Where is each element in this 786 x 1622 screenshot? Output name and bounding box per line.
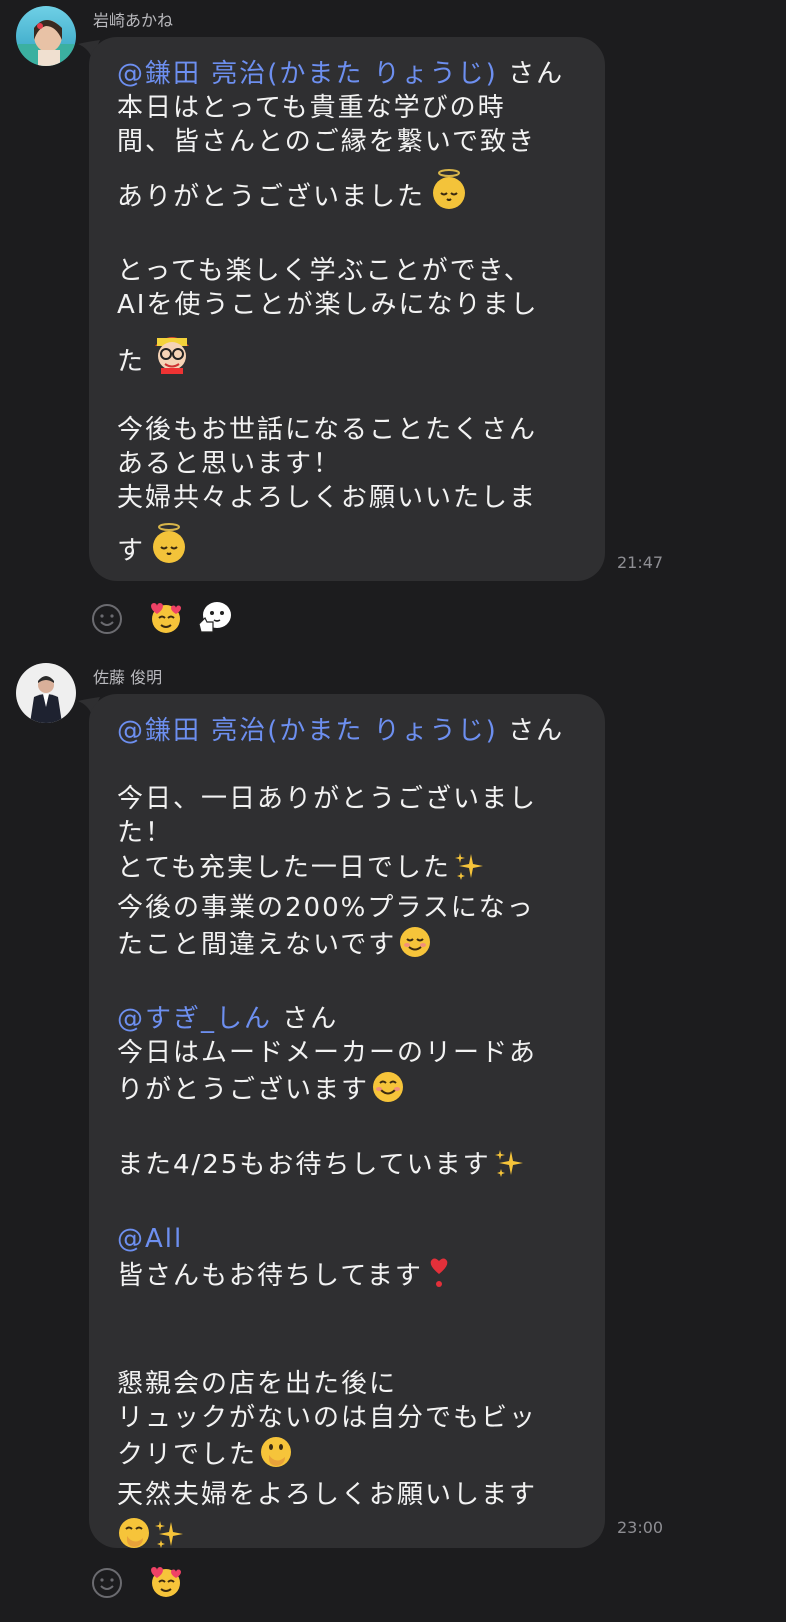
message-line: 今日、一日ありがとうございまし [117, 784, 538, 814]
sparkles-icon [153, 1518, 185, 1559]
message-line: @All [117, 1222, 581, 1256]
reaction-bar [91, 1563, 185, 1603]
message-line: 懇親会の店を出た後に [117, 1369, 398, 1399]
message-line: 間、皆さんとのご縁を繋いで致き [117, 127, 536, 157]
message-line: とても充実した一日でした [117, 850, 581, 891]
smiling-face-with-hearts-icon[interactable] [147, 598, 185, 640]
message-time: 21:47 [617, 553, 664, 572]
face-with-hand-over-mouth-icon [259, 1435, 293, 1478]
smiley-outline-icon [92, 604, 122, 634]
message-line: 本日はとっても貴重な学びの時 [117, 93, 506, 123]
message-line: 皆さんもお待ちしてます [117, 1256, 581, 1299]
mention-link[interactable]: @鎌田 亮治(かまた りょうじ) [117, 59, 498, 89]
message-line: また4/25もお待ちしています [117, 1147, 581, 1188]
halo-face-icon [147, 521, 191, 574]
message-line: りがとうございます [117, 1070, 581, 1113]
message-line: クリでした [117, 1435, 581, 1478]
message-line: た！ [117, 818, 174, 848]
message-line: @鎌田 亮治(かまた りょうじ) さん [117, 716, 565, 746]
sender-name: 岩崎あかね [93, 11, 174, 30]
sender-avatar[interactable] [16, 6, 76, 66]
message-line: 天然夫婦をよろしくお願いします [117, 1480, 538, 1510]
message-line: た [117, 326, 581, 385]
halo-face-icon [427, 167, 471, 220]
message-line: 今後もお世話になることたくさん [117, 415, 538, 445]
message-line: とっても楽しく学ぶことができ、 [117, 256, 532, 286]
sparkles-icon [453, 850, 485, 891]
smiling-face-with-hearts-icon[interactable] [147, 1562, 185, 1604]
message-line: 夫婦共々よろしくお願いいたしま [117, 483, 538, 513]
message-bubble[interactable]: @鎌田 亮治(かまた りょうじ) さん 今日、一日ありがとうございまし た！ と… [89, 694, 605, 1548]
message-bubble[interactable]: @鎌田 亮治(かまた りょうじ) さん 本日はとっても貴重な学びの時 間、皆さん… [89, 37, 605, 581]
arale-sticker-icon [147, 326, 197, 385]
relieved-face-icon [398, 925, 432, 968]
message-line: 今日はムードメーカーのリードあ [117, 1038, 538, 1068]
message-line: あると思います！ [117, 449, 342, 479]
face-with-hand-over-mouth-icon [117, 1516, 151, 1559]
message-line: す [117, 521, 581, 574]
message-line: AIを使うことが楽しみになりまし [117, 290, 539, 320]
chat-view: 岩崎あかね @鎌田 亮治(かまた りょうじ) さん 本日はとっても貴重な学びの時… [0, 0, 786, 1622]
add-reaction-button[interactable] [91, 603, 123, 635]
sender-avatar[interactable] [16, 663, 76, 723]
heart-exclamation-icon [425, 1256, 453, 1299]
message-line: ありがとうございました [117, 167, 581, 220]
message-line: 今後の事業の200%プラスになっ [117, 893, 535, 923]
thumbs-up-sticker-icon[interactable] [195, 598, 233, 640]
mention-link[interactable]: @鎌田 亮治(かまた りょうじ) [117, 716, 498, 746]
smiley-outline-icon [92, 1568, 122, 1598]
sender-name: 佐藤 俊明 [93, 668, 163, 687]
add-reaction-button[interactable] [91, 1567, 123, 1599]
mention-link[interactable]: @All [117, 1224, 183, 1254]
message-line: たこと間違えないです [117, 925, 581, 968]
message-time: 23:00 [617, 1518, 664, 1537]
message-line: リュックがないのは自分でもビッ [117, 1403, 538, 1433]
smiling-face-icon [371, 1070, 405, 1113]
message-line [117, 1516, 581, 1559]
message-line: @すぎ_しん さん [117, 1004, 339, 1034]
reaction-bar [91, 599, 233, 639]
message-line: @鎌田 亮治(かまた りょうじ) さん [117, 59, 565, 89]
mention-link[interactable]: @すぎ_しん [117, 1004, 272, 1034]
sparkles-icon [493, 1147, 525, 1188]
